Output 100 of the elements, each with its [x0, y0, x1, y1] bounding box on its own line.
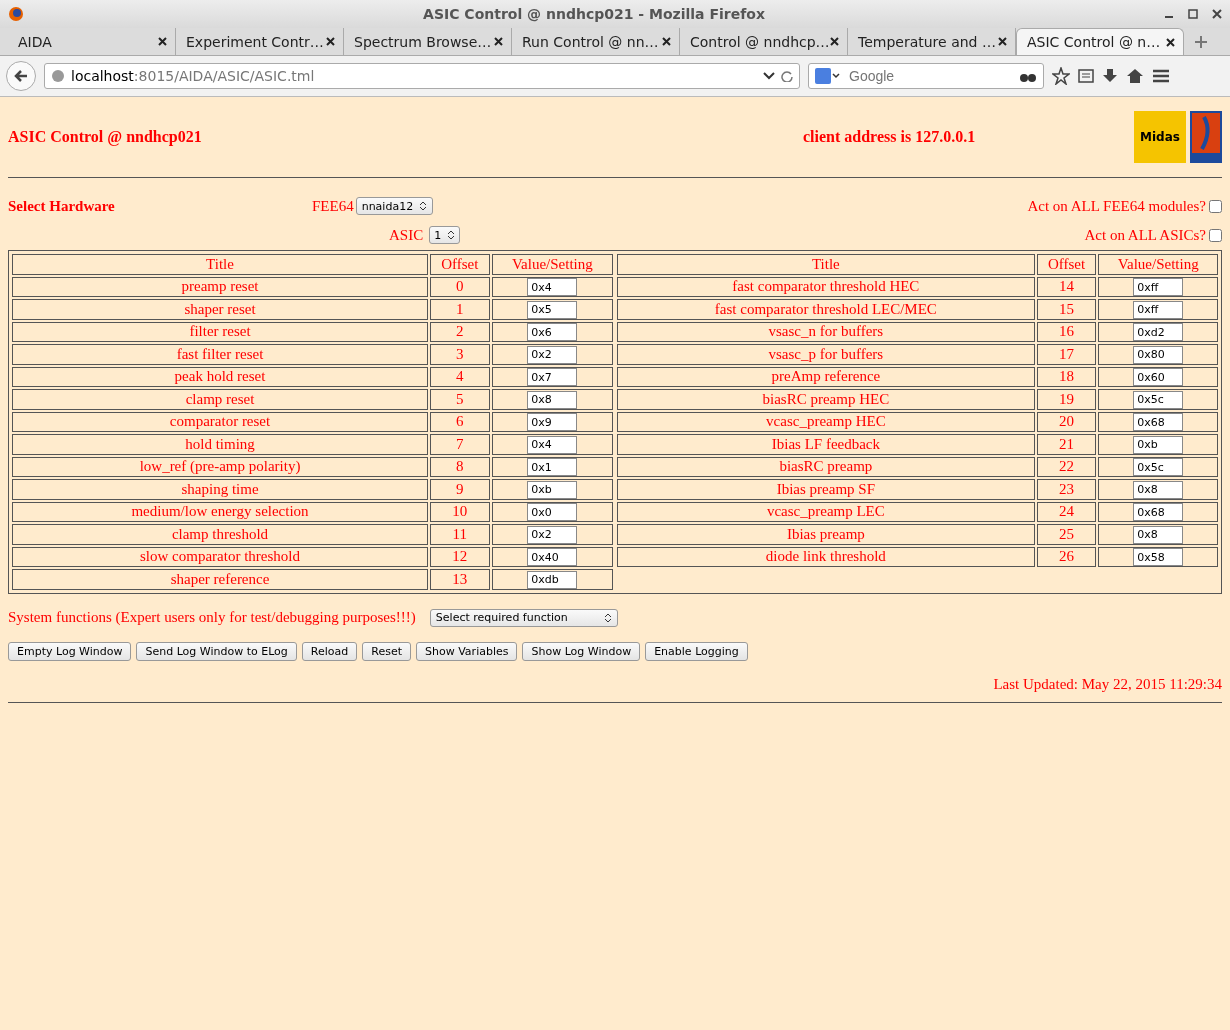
- table-cell: 22: [1036, 456, 1097, 477]
- close-icon[interactable]: [998, 37, 1007, 46]
- value-input[interactable]: 0x4: [527, 435, 578, 454]
- reading-list-icon[interactable]: [1078, 68, 1094, 84]
- value-input[interactable]: 0x9: [527, 413, 578, 431]
- last-updated: Last Updated: May 22, 2015 11:29:34: [992, 674, 1222, 694]
- download-icon[interactable]: [1102, 68, 1118, 84]
- fee64-select[interactable]: nnaida12: [355, 197, 434, 215]
- value-input[interactable]: 0x8: [1133, 525, 1184, 544]
- browser-logo-icon: [8, 6, 24, 22]
- address-field[interactable]: localhost:8015/AIDA/ASIC/ASIC.tml: [44, 63, 800, 89]
- table-cell: shaper reset: [12, 299, 429, 320]
- value-input[interactable]: 0x1: [527, 458, 578, 476]
- function-select[interactable]: Select required function: [429, 608, 618, 627]
- search-engine-icon[interactable]: [815, 68, 841, 84]
- value-input[interactable]: 0x4: [527, 278, 578, 296]
- table-cell: Ibias preamp SF: [617, 479, 1035, 500]
- table-cell: Ibias LF feedback: [617, 434, 1035, 455]
- value-input[interactable]: 0x8: [527, 390, 578, 409]
- table-cell: 23: [1036, 479, 1097, 500]
- close-icon[interactable]: [326, 37, 335, 46]
- table-cell: clamp threshold: [12, 524, 429, 545]
- value-input[interactable]: 0x68: [1133, 413, 1184, 431]
- midas-logo: Midas: [1134, 111, 1186, 163]
- value-input[interactable]: 0x8: [1133, 480, 1184, 499]
- table-cell: 15: [1036, 299, 1097, 320]
- value-input[interactable]: 0x68: [1133, 503, 1184, 521]
- value-input[interactable]: 0x0: [527, 503, 578, 521]
- close-icon[interactable]: [158, 37, 167, 46]
- menu-icon[interactable]: [1152, 68, 1170, 84]
- back-button[interactable]: [6, 61, 36, 91]
- value-input[interactable]: 0x80: [1133, 345, 1184, 364]
- value-input[interactable]: 0xff: [1133, 300, 1184, 319]
- value-input[interactable]: 0xb: [527, 480, 578, 499]
- browser-tab[interactable]: ASIC Control @ n…: [1016, 28, 1184, 55]
- action-button[interactable]: Empty Log Window: [8, 642, 132, 661]
- value-input[interactable]: 0xdb: [527, 570, 578, 589]
- dropdown-arrows-icon: [447, 230, 456, 240]
- browser-tab[interactable]: Spectrum Browse…: [344, 28, 512, 55]
- column-header: Title: [12, 254, 429, 275]
- maximize-icon[interactable]: [1188, 9, 1198, 19]
- checkbox[interactable]: [1209, 199, 1222, 213]
- browser-tab[interactable]: Experiment Contr…: [176, 28, 344, 55]
- table-cell: 11: [430, 524, 490, 545]
- table-cell: 1: [430, 299, 490, 320]
- table-cell: shaping time: [12, 479, 429, 500]
- table-cell: 9: [430, 479, 490, 500]
- action-button[interactable]: Reload: [301, 642, 358, 661]
- table-cell: vsasc_n for buffers: [617, 321, 1035, 342]
- close-icon[interactable]: [662, 37, 671, 46]
- table-cell: 25: [1036, 524, 1097, 545]
- value-input[interactable]: 0x5c: [1133, 458, 1184, 476]
- value-input[interactable]: 0x5c: [1133, 390, 1184, 409]
- close-icon[interactable]: [1166, 37, 1175, 47]
- table-cell: 16: [1036, 321, 1097, 342]
- value-input[interactable]: 0x2: [527, 525, 578, 544]
- action-button[interactable]: Send Log Window to ELog: [136, 642, 297, 661]
- table-cell: peak hold reset: [12, 366, 429, 387]
- field-label: ASIC: [389, 226, 424, 244]
- page-heading: ASIC Control @ nndhcp021: [8, 128, 203, 146]
- new-tab-icon[interactable]: [1194, 35, 1208, 49]
- value-input[interactable]: 0xb: [1133, 435, 1184, 454]
- asic-select[interactable]: 1: [429, 226, 461, 244]
- window-title: ASIC Control @ nndhcp021 - Mozilla Firefox: [422, 6, 766, 22]
- search-bar[interactable]: Google: [808, 63, 1044, 89]
- value-input[interactable]: 0xd2: [1133, 323, 1184, 341]
- value-input[interactable]: 0x40: [527, 548, 578, 566]
- close-icon[interactable]: [494, 37, 503, 46]
- value-input[interactable]: 0x58: [1133, 548, 1184, 566]
- value-input[interactable]: 0x6: [527, 323, 578, 341]
- table-cell: vcasc_preamp HEC: [617, 411, 1035, 432]
- action-button[interactable]: Enable Logging: [645, 642, 748, 661]
- value-input[interactable]: 0x2: [527, 345, 578, 364]
- column-header: Title: [617, 254, 1035, 275]
- table-cell: 14: [1036, 276, 1097, 297]
- checkbox[interactable]: [1209, 228, 1222, 242]
- browser-tab[interactable]: Run Control @ nn…: [512, 28, 680, 55]
- chevron-down-icon[interactable]: [763, 72, 775, 80]
- table-cell: 26: [1036, 546, 1097, 567]
- value-input[interactable]: 0x5: [527, 300, 578, 319]
- section-label: Select Hardware: [8, 197, 116, 215]
- table-cell: biasRC preamp: [617, 456, 1035, 477]
- value-input[interactable]: 0x7: [527, 368, 578, 386]
- table-cell: 3: [430, 344, 490, 365]
- browser-tab[interactable]: Control @ nndhcp…: [680, 28, 848, 55]
- table-cell: clamp reset: [12, 389, 429, 410]
- action-button[interactable]: Reset: [362, 642, 411, 661]
- table-cell: filter reset: [12, 321, 429, 342]
- value-input[interactable]: 0xff: [1133, 278, 1184, 296]
- star-icon[interactable]: [1052, 67, 1070, 85]
- close-icon[interactable]: [1212, 9, 1222, 19]
- action-button[interactable]: Show Variables: [416, 642, 518, 661]
- action-button[interactable]: Show Log Window: [522, 642, 641, 661]
- close-icon[interactable]: [830, 37, 839, 46]
- checkbox-label: Act on ALL FEE64 modules?: [1027, 197, 1206, 215]
- table-cell: 0: [430, 276, 490, 297]
- value-input[interactable]: 0x60: [1133, 368, 1184, 386]
- reload-icon[interactable]: [781, 70, 793, 82]
- home-icon[interactable]: [1126, 68, 1144, 84]
- browser-tab[interactable]: AIDA: [8, 28, 176, 55]
